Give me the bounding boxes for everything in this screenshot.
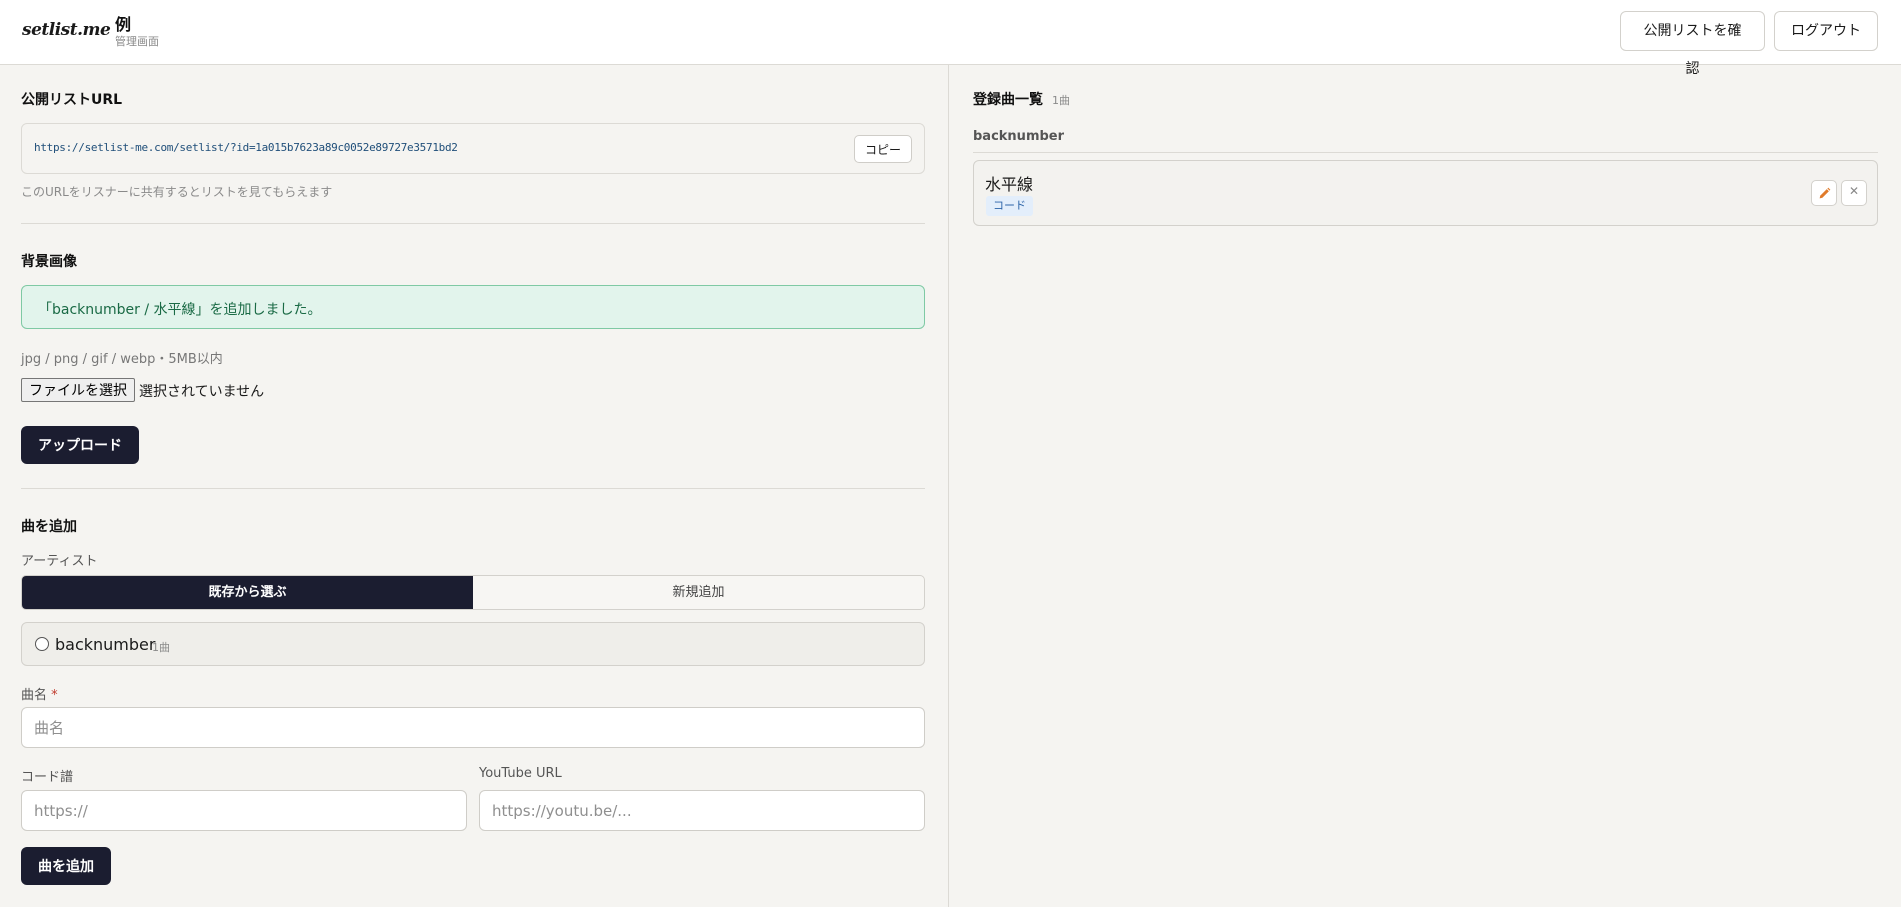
song-list-count: 1曲 <box>1052 94 1070 107</box>
song-group-artist: backnumber <box>973 129 1065 144</box>
page-title: 例 <box>115 15 132 34</box>
delete-song-button[interactable]: ✕ <box>1841 180 1867 206</box>
add-song-button[interactable]: 曲を追加 <box>21 847 111 885</box>
close-icon: ✕ <box>1848 184 1860 198</box>
public-url-section-title: 公開リストURL <box>21 92 123 108</box>
logout-button[interactable]: ログアウト <box>1774 11 1878 51</box>
song-list-item: 水平線 コード ✕ <box>973 160 1878 226</box>
tab-existing-artist[interactable]: 既存から選ぶ <box>22 576 473 609</box>
background-section-title: 背景画像 <box>21 254 77 270</box>
required-mark: * <box>51 688 58 703</box>
upload-button[interactable]: アップロード <box>21 426 139 464</box>
public-url-text[interactable]: https://setlist-me.com/setlist/?id=1a015… <box>34 141 458 154</box>
edit-song-button[interactable] <box>1811 180 1837 206</box>
copy-button[interactable]: コピー <box>854 135 912 163</box>
app-logo[interactable]: setlist.me <box>22 20 111 40</box>
chord-url-label: コード譜 <box>21 770 74 785</box>
file-format-hint: jpg / png / gif / webp・5MB以内 <box>21 352 223 367</box>
radio-unchecked-icon[interactable] <box>35 637 49 651</box>
page-subtitle: 管理画面 <box>115 35 159 48</box>
pane-divider <box>948 65 949 907</box>
section-divider <box>21 488 925 489</box>
song-name-label-text: 曲名 <box>21 688 48 703</box>
artist-option-name[interactable]: backnumber <box>55 635 155 654</box>
tab-new-artist[interactable]: 新規追加 <box>473 576 924 609</box>
public-url-box: https://setlist-me.com/setlist/?id=1a015… <box>21 123 925 174</box>
youtube-url-input[interactable] <box>479 790 925 831</box>
youtube-url-label: YouTube URL <box>479 766 562 781</box>
chord-url-input[interactable] <box>21 790 467 831</box>
song-name-input[interactable] <box>21 707 925 748</box>
view-public-list-button[interactable]: 公開リストを確認 <box>1620 11 1765 77</box>
success-notice-text: 「backnumber / 水平線」を追加しました。 <box>38 302 322 318</box>
section-divider <box>21 223 925 224</box>
add-song-section-title: 曲を追加 <box>21 519 77 535</box>
artist-option-count: 1曲 <box>152 641 170 654</box>
song-name-label: 曲名 * <box>21 684 58 703</box>
file-status-text: 選択されていません <box>139 384 265 400</box>
choose-file-button[interactable]: ファイルを選択 <box>21 378 135 402</box>
song-group-divider <box>973 152 1878 153</box>
chord-tag[interactable]: コード <box>986 196 1033 216</box>
artist-mode-toggle: 既存から選ぶ 新規追加 <box>21 575 925 610</box>
public-url-hint: このURLをリスナーに共有するとリストを見てもらえます <box>21 185 333 199</box>
artist-option-list: backnumber 1曲 <box>21 622 925 666</box>
app-header: setlist.me 例 管理画面 公開リストを確認 ログアウト <box>0 0 1901 77</box>
pencil-icon <box>1819 187 1831 199</box>
song-list-title: 登録曲一覧 <box>973 92 1043 108</box>
song-title: 水平線 <box>985 175 1034 194</box>
success-notice: 「backnumber / 水平線」を追加しました。 <box>21 285 925 329</box>
artist-label: アーティスト <box>21 554 98 569</box>
